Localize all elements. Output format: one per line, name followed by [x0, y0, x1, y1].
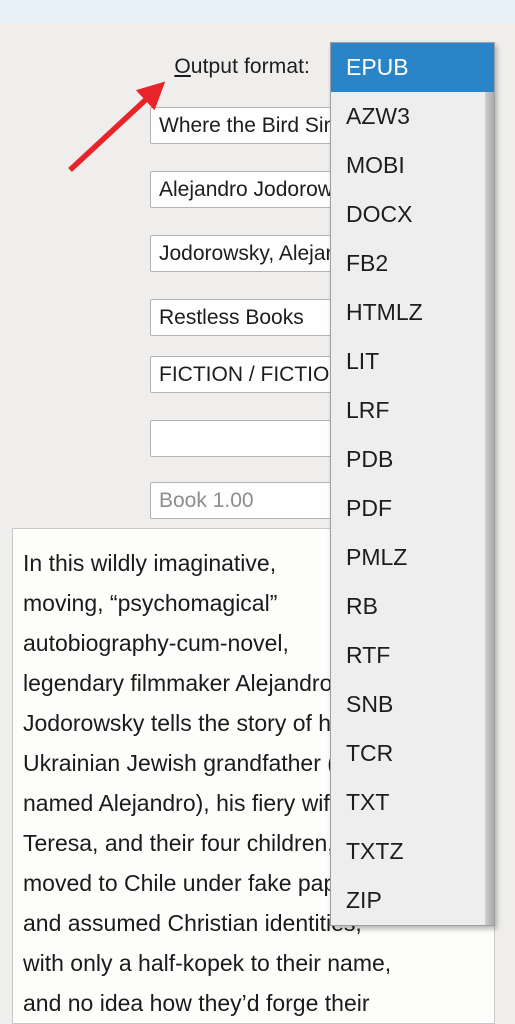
calibre-convert-metadata-screen: Output format: Title: Where the Bird Sin… [0, 0, 515, 1024]
dropdown-item-azw3[interactable]: AZW3 [331, 92, 494, 141]
dropdown-item-docx[interactable]: DOCX [331, 190, 494, 239]
dropdown-item-mobi[interactable]: MOBI [331, 141, 494, 190]
dropdown-item-rtf[interactable]: RTF [331, 631, 494, 680]
dropdown-item-htmlz[interactable]: HTMLZ [331, 288, 494, 337]
output-format-label: Output format: [174, 55, 310, 78]
output-format-dropdown[interactable]: EPUB AZW3 MOBI DOCX FB2 HTMLZ LIT LRF PDB PDF PMLZ… [330, 42, 495, 926]
dropdown-item-rb[interactable]: RB [331, 582, 494, 631]
dropdown-item-txt[interactable]: TXT [331, 778, 494, 827]
dropdown-item-lit[interactable]: LIT [331, 337, 494, 386]
dropdown-item-txtz[interactable]: TXTZ [331, 827, 494, 876]
dropdown-item-tcr[interactable]: TCR [331, 729, 494, 778]
dropdown-item-zip[interactable]: ZIP [331, 876, 494, 925]
window-top-strip [0, 0, 515, 22]
dropdown-item-pmlz[interactable]: PMLZ [331, 533, 494, 582]
dropdown-scrollbar[interactable] [485, 92, 494, 925]
dropdown-item-lrf[interactable]: LRF [331, 386, 494, 435]
dropdown-item-snb[interactable]: SNB [331, 680, 494, 729]
dropdown-item-epub[interactable]: EPUB [331, 43, 494, 92]
dropdown-item-pdb[interactable]: PDB [331, 435, 494, 484]
dropdown-item-pdf[interactable]: PDF [331, 484, 494, 533]
output-format-option-list: EPUB AZW3 MOBI DOCX FB2 HTMLZ LIT LRF PDB PDF PMLZ… [331, 43, 494, 925]
dropdown-item-fb2[interactable]: FB2 [331, 239, 494, 288]
